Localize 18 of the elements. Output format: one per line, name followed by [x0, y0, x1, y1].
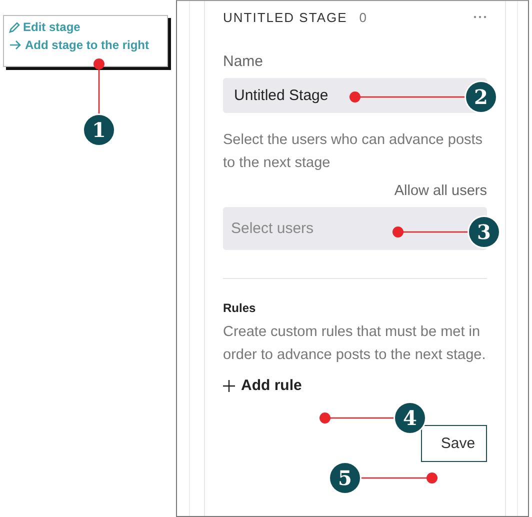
save-button[interactable]: Save: [421, 424, 487, 462]
callout-number: 4: [395, 403, 425, 433]
field-label: Name: [223, 53, 264, 70]
plus-icon: [223, 380, 235, 392]
rules-heading: Rules: [223, 301, 257, 315]
post-count: 0: [359, 10, 367, 24]
rules-hint: Create custom rules that must be met in order to advance posts to the next stage.: [223, 323, 487, 365]
callout-number: 5: [330, 463, 360, 493]
arrow-right-icon: [9, 40, 22, 50]
stage-title: UNTITLED STAGE: [223, 10, 348, 24]
callout-number: 2: [466, 82, 496, 112]
users-hint: Select the users who can advance posts to the next stage: [223, 131, 484, 173]
add-rule-button[interactable]: Add rule: [223, 377, 302, 394]
callout-number: 1: [84, 115, 114, 145]
allow-all-link[interactable]: Allow all users: [394, 183, 487, 199]
pencil-icon: [9, 22, 20, 32]
callout-number: 3: [469, 217, 499, 247]
more-icon[interactable]: [473, 15, 487, 19]
